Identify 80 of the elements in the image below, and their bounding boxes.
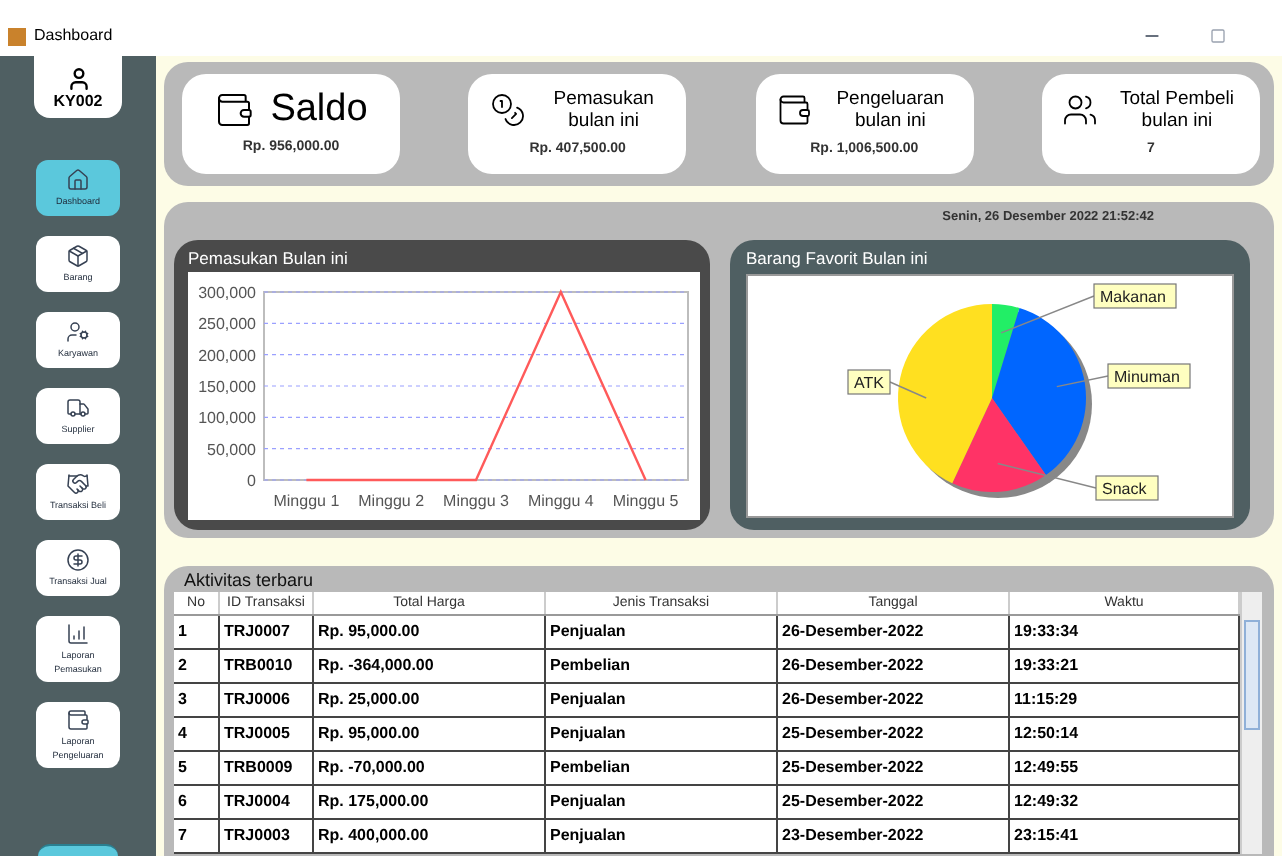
app-icon: [8, 27, 26, 45]
chart-title: Pemasukan Bulan ini: [188, 245, 350, 272]
table-cell: 7: [174, 820, 220, 852]
wallet-icon: [776, 91, 813, 128]
leader-line: [889, 380, 927, 399]
table-cell: 25-Desember-2022: [778, 786, 1010, 818]
axis-label: 250,000: [198, 314, 256, 333]
axis-label: 300,000: [198, 283, 256, 302]
table-cell: 26-Desember-2022: [778, 684, 1010, 716]
table-cell: 25-Desember-2022: [778, 752, 1010, 784]
axis-label: 100,000: [198, 408, 256, 427]
window-title: Dashboard: [34, 24, 113, 48]
handshake-icon: [66, 472, 90, 496]
table-cell: 4: [174, 718, 220, 750]
table-cell: Penjualan: [546, 820, 778, 852]
table-cell: Rp. 175,000.00: [314, 786, 546, 818]
table-cell: TRJ0006: [220, 684, 314, 716]
user-gear-icon: [66, 320, 90, 344]
table-cell: TRJ0004: [220, 786, 314, 818]
bar-chart-icon: [66, 622, 90, 646]
table-cell: Pembelian: [546, 650, 778, 682]
home-icon: [66, 168, 90, 192]
table-cell: TRJ0007: [220, 616, 314, 648]
table-cell: TRB0009: [220, 752, 314, 784]
scrollbar[interactable]: [1240, 592, 1262, 854]
axis-label: 0: [247, 471, 256, 490]
dollar-coin-icon: [66, 548, 90, 572]
table-cell: 1: [174, 616, 220, 648]
table-cell: 26-Desember-2022: [778, 650, 1010, 682]
table-cell: Rp. -364,000.00: [314, 650, 546, 682]
axis-label: Minggu 2: [358, 491, 425, 510]
pie-label: ATK: [847, 368, 891, 395]
maximize-icon[interactable]: [1210, 28, 1226, 44]
table-cell: 6: [174, 786, 220, 818]
table-cell: Penjualan: [546, 616, 778, 648]
axis-label: Minggu 1: [273, 491, 340, 510]
wallet-icon: [214, 89, 255, 130]
coins-icon: [489, 91, 526, 128]
axis-label: 200,000: [198, 346, 256, 365]
card-title: Total Pembeli bulan ini: [1117, 87, 1236, 132]
table-cell: 26-Desember-2022: [778, 616, 1010, 648]
sidebar-button[interactable]: [38, 844, 118, 856]
card-title: Saldo: [270, 90, 368, 129]
truck-icon: [66, 396, 90, 420]
table-cell: Rp. 95,000.00: [314, 718, 546, 750]
card-title: Pengeluaran bulan ini: [834, 87, 947, 132]
users-icon: [1062, 91, 1099, 128]
table-cell: TRJ0005: [220, 718, 314, 750]
axis-label: Minggu 4: [527, 491, 594, 510]
table-cell: TRB0010: [220, 650, 314, 682]
table-cell: Rp. -70,000.00: [314, 752, 546, 784]
axis-label: Minggu 3: [443, 491, 509, 510]
pie-label: Minuman: [1107, 362, 1191, 389]
table-cell: 3: [174, 684, 220, 716]
axis-label: 50,000: [207, 440, 256, 459]
leader-line: [1000, 294, 1095, 334]
table-cell: 5: [174, 752, 220, 784]
user-id: KY002: [53, 93, 103, 109]
table-cell: 2: [174, 650, 220, 682]
table-cell: 25-Desember-2022: [778, 718, 1010, 750]
table-cell: Penjualan: [546, 684, 778, 716]
table-cell: Rp. 25,000.00: [314, 684, 546, 716]
table-cell: Penjualan: [546, 786, 778, 818]
chart-title: Barang Favorit Bulan ini: [746, 245, 930, 272]
wallet-icon: [66, 708, 90, 732]
pie-label: Snack: [1095, 474, 1159, 501]
pie-label: Makanan: [1093, 282, 1177, 309]
box-icon: [66, 244, 90, 268]
table-cell: TRJ0003: [220, 820, 314, 852]
card-title: Pemasukan bulan ini: [551, 87, 656, 132]
section-title: Aktivitas terbaru: [182, 570, 316, 592]
scrollbar-thumb[interactable]: [1244, 620, 1260, 730]
user-icon: [65, 65, 91, 91]
axis-label: 150,000: [198, 377, 256, 396]
table-cell: Rp. 400,000.00: [314, 820, 546, 852]
table-cell: 23-Desember-2022: [778, 820, 1010, 852]
table-cell: Pembelian: [546, 752, 778, 784]
table-cell: Rp. 95,000.00: [314, 616, 546, 648]
axis-label: Minggu 5: [612, 491, 679, 510]
table-cell: Penjualan: [546, 718, 778, 750]
